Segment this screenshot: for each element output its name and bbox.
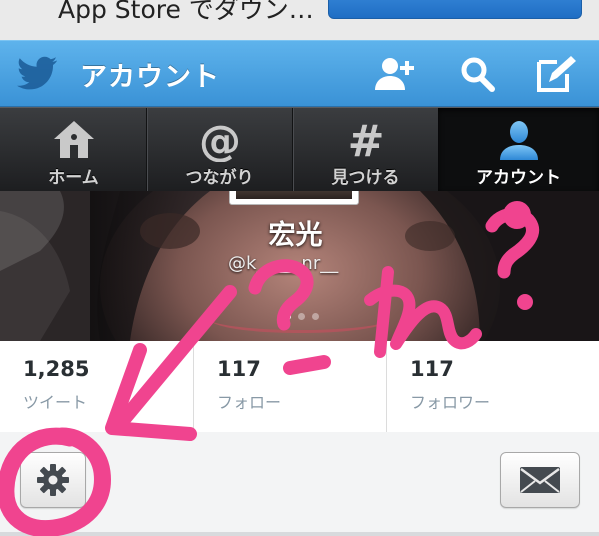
stat-following[interactable]: 117 フォロー (193, 341, 386, 432)
at-icon: @ (199, 118, 241, 162)
svg-text:#: # (347, 118, 384, 162)
tab-bar: ホーム @ つながり # 見つける アカウント (0, 107, 599, 191)
search-icon[interactable] (455, 52, 501, 96)
svg-text:@: @ (199, 118, 241, 162)
profile-name: 宏光 (268, 220, 323, 251)
add-user-icon[interactable] (372, 52, 418, 96)
settings-button[interactable] (20, 452, 86, 508)
tab-home[interactable]: ホーム (0, 108, 147, 191)
bottom-divider (0, 532, 599, 536)
twitter-bird-icon (17, 56, 57, 90)
app-store-banner-text: App Store でダウン… (58, 0, 314, 24)
stat-followers[interactable]: 117 フォロワー (386, 341, 599, 432)
page-dot (312, 313, 319, 320)
app-store-download-button[interactable] (328, 0, 582, 19)
page-indicator (280, 311, 320, 321)
gear-icon (37, 464, 69, 496)
app-store-banner: App Store でダウン… (0, 0, 599, 41)
person-icon (499, 121, 538, 160)
profile-header-image: 宏光 @k_____nr__ (0, 191, 599, 341)
tab-account-label: アカウント (476, 168, 561, 188)
page-title: アカウント (80, 62, 220, 93)
followers-label: フォロワー (410, 393, 491, 412)
compose-icon[interactable] (533, 52, 579, 96)
stat-tweets[interactable]: 1,285 ツイート (0, 341, 193, 432)
envelope-icon (520, 467, 560, 493)
home-icon (53, 121, 94, 158)
profile-stats: 1,285 ツイート 117 フォロー 117 フォロワー (0, 341, 599, 433)
tweet-label: ツイート (23, 393, 88, 412)
tab-discover[interactable]: # 見つける (292, 108, 439, 191)
tab-discover-label: 見つける (331, 168, 400, 188)
avatar-image (236, 191, 352, 199)
tab-home-label: ホーム (48, 168, 99, 188)
profile-actions (0, 432, 599, 536)
followers-count: 117 (410, 357, 454, 381)
profile-handle: @k_____nr__ (228, 253, 339, 274)
twitter-account-screen: App Store でダウン… アカウント ホーム @ つながり # 見つける … (0, 0, 599, 536)
message-button[interactable] (500, 452, 580, 508)
tab-connect-label: つながり (185, 168, 254, 188)
tab-account[interactable]: アカウント (438, 108, 599, 191)
hash-icon: # (347, 118, 384, 162)
header-bar: アカウント (0, 40, 599, 107)
tweet-count: 1,285 (23, 357, 90, 381)
following-label: フォロー (217, 393, 282, 412)
page-dot (298, 313, 305, 320)
following-count: 117 (217, 357, 261, 381)
avatar[interactable] (229, 191, 359, 205)
tab-connect[interactable]: @ つながり (146, 108, 293, 191)
page-dot-active (284, 313, 291, 320)
